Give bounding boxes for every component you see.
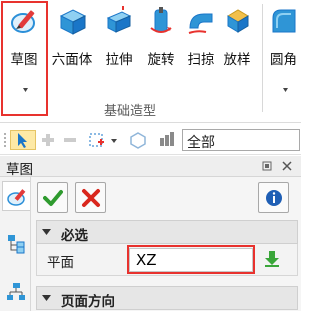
revolve-tool-button[interactable]: 旋转 [143,2,179,70]
extrude-tool-label: 拉伸 [105,52,133,68]
download-arrow-icon[interactable] [264,250,280,268]
filter-icon [160,132,174,146]
selection-toolbar: 全部 [0,125,301,155]
panel-title: 草图 [6,162,33,178]
extrude-icon [106,6,132,33]
fillet-tool-button[interactable]: 圆角 [266,2,301,70]
box-select-dropdown-icon[interactable] [111,130,117,150]
close-x-icon [82,189,100,207]
plane-row: 平面 XZ [36,244,298,276]
toolbar-grip-icon [4,133,6,147]
selection-filter-value: 全部 [187,135,215,151]
cube-icon [59,9,87,35]
plane-highlight-box [127,245,255,274]
fillet-dropdown-arrow[interactable] [283,88,288,92]
panel-action-row [31,177,301,217]
hexahedron-tool-label: 六面体 [51,52,93,68]
hexahedron-tool-button[interactable]: 六面体 [47,2,97,70]
sweep-tool-button[interactable]: 扫掠 [183,2,219,70]
info-icon [266,190,282,206]
panel-pin-icon[interactable] [262,161,272,171]
fillet-icon [272,9,295,33]
panel-close-icon[interactable] [282,161,292,171]
hierarchy-icon [7,283,25,300]
collapse-triangle-icon [42,229,51,235]
sweep-tool-label: 扫掠 [187,52,215,68]
plane-label: 平面 [47,255,74,271]
collapse-triangle-icon [42,295,51,301]
hexagon-select-icon[interactable] [129,130,147,150]
loft-tool-button[interactable]: 放样 [219,2,255,70]
info-button[interactable] [258,182,289,213]
sweep-icon [188,13,213,34]
section-required[interactable]: 必选 [36,220,298,244]
fillet-tool-label: 圆角 [270,52,297,68]
sidebar-tab-tree[interactable] [2,229,30,259]
loft-icon [227,9,249,33]
sidebar-tab-hierarchy[interactable] [2,277,30,307]
checkmark-icon [43,190,63,206]
sketch-settings-icon [7,189,26,206]
add-icon[interactable] [40,130,56,150]
section-page-direction[interactable]: 页面方向 [36,286,298,310]
loft-tool-label: 放样 [223,52,251,68]
revolve-icon [150,7,172,33]
panel-sidebar [0,177,31,311]
ribbon-group-separator [262,4,263,112]
sketch-highlight-box [1,1,48,116]
ok-button[interactable] [37,182,68,213]
ribbon: 草图 六面体 拉伸 旋转 扫掠 放样 圆角 基础造型 [0,0,301,123]
ribbon-group-label: 基础造型 [104,104,157,119]
selection-filter-select[interactable]: 全部 [182,129,300,151]
panel-header: 草图 [0,156,301,178]
sidebar-tab-sketch[interactable] [2,181,30,211]
section-page-direction-label: 页面方向 [61,294,115,310]
select-pointer-button[interactable] [10,130,36,150]
box-select-icon[interactable] [88,130,106,150]
revolve-tool-label: 旋转 [147,52,175,68]
tree-icon [8,235,25,254]
cancel-button[interactable] [75,182,106,213]
cursor-arrow-icon [18,133,27,148]
extrude-tool-button[interactable]: 拉伸 [101,2,137,70]
remove-icon[interactable] [62,130,78,150]
section-required-label: 必选 [61,228,88,244]
